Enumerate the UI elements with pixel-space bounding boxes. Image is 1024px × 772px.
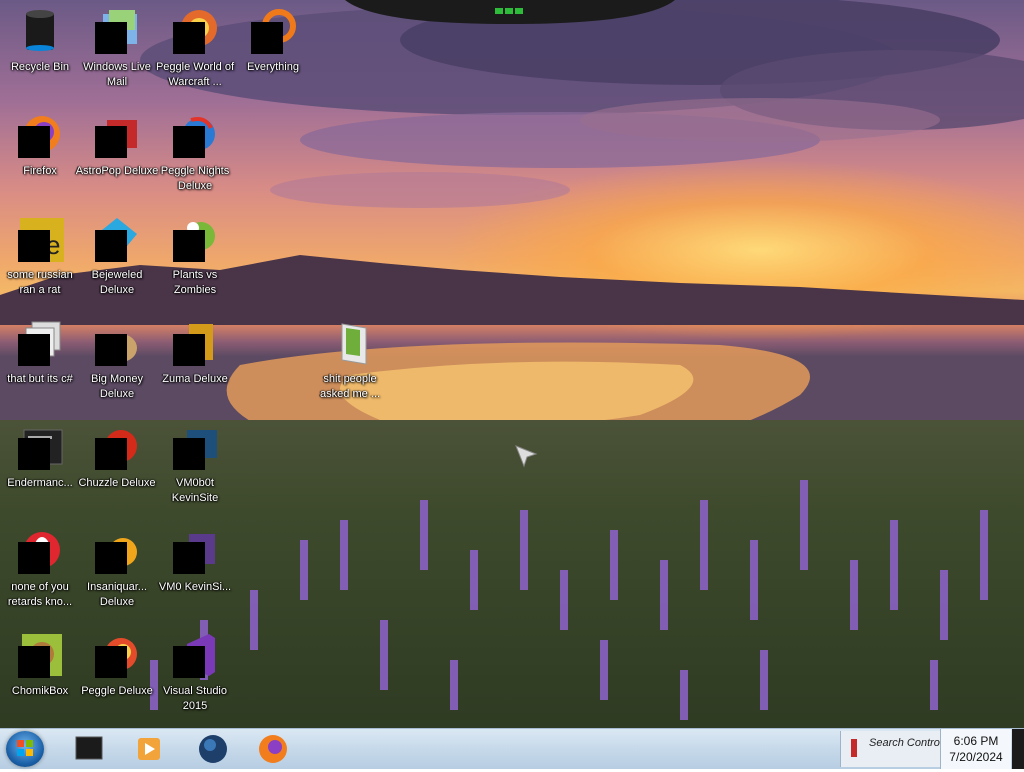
desktop-icon-russian-rat[interactable]: e some russian ran a rat	[2, 210, 78, 306]
redaction-box	[173, 126, 205, 158]
icon-label: Plants vs Zombies	[172, 269, 218, 296]
taskbar-pinned-globe[interactable]	[186, 731, 240, 767]
redaction-box	[18, 230, 50, 262]
desktop-icon-that-but-csharp[interactable]: that but its c#	[2, 314, 78, 410]
desktop-icon-astropop[interactable]: AstroPop Deluxe	[76, 106, 158, 202]
start-button[interactable]	[6, 731, 44, 767]
desktop-icon-shit-people-asked[interactable]: shit people asked me ...	[312, 314, 388, 410]
redaction-box	[251, 22, 283, 54]
icon-label: Everything	[247, 61, 299, 73]
clock-date: 7/20/2024	[949, 750, 1003, 764]
icon-label: that but its c#	[7, 373, 73, 385]
redaction-box	[173, 646, 205, 678]
desktop-icon-bejeweled[interactable]: Bejeweled Deluxe	[79, 210, 155, 306]
redaction-box	[173, 542, 205, 574]
redaction-box	[95, 542, 127, 574]
mouse-cursor-icon	[515, 445, 538, 468]
desktop-icon-everything[interactable]: Everything	[235, 2, 311, 98]
tray-app-label: Search Control	[869, 737, 941, 749]
taskbar: Search Control 6:06 PM 7/20/2024	[0, 728, 1024, 769]
redaction-box	[95, 22, 127, 54]
icon-label: VM0 KevinSi...	[158, 581, 232, 593]
icon-label: Peggle Nights Deluxe	[160, 165, 230, 192]
desktop-icon-vm0-kevinsite[interactable]: VM0 KevinSi...	[157, 522, 233, 618]
icon-label: Big Money Deluxe	[91, 373, 143, 400]
desktop-icon-windows-live-mail[interactable]: Windows Live Mail	[79, 2, 155, 98]
icon-label: Visual Studio 2015	[162, 685, 227, 712]
desktop-icon-firefox[interactable]: Firefox	[2, 106, 78, 202]
redaction-box	[95, 126, 127, 158]
desktop-icon-vm0b0t[interactable]: VM0b0t KevinSite	[157, 418, 233, 514]
redaction-box	[95, 438, 127, 470]
tray-search-control[interactable]: Search Control	[840, 731, 941, 767]
icon-label: some russian ran a rat	[7, 269, 73, 296]
redaction-box	[95, 230, 127, 262]
icon-label: Firefox	[23, 165, 57, 177]
icon-label: Peggle World of Warcraft ...	[155, 61, 235, 88]
redaction-box	[173, 334, 205, 366]
desktop[interactable]: Recycle Bin Firefox e some russian ran a…	[0, 0, 1024, 728]
icon-label: Recycle Bin	[10, 61, 70, 73]
desktop-icon-big-money[interactable]: Big Money Deluxe	[79, 314, 155, 410]
icon-label: none of you retards kno...	[7, 581, 73, 608]
icon-label: AstroPop Deluxe	[75, 165, 159, 177]
icon-label: Windows Live Mail	[83, 61, 151, 88]
folder-icon	[341, 323, 367, 365]
desktop-icon-visual-studio[interactable]: Visual Studio 2015	[157, 626, 233, 722]
desktop-icon-peggle-wow[interactable]: Peggle World of Warcraft ...	[156, 2, 234, 98]
redaction-box	[18, 126, 50, 158]
redaction-box	[95, 646, 127, 678]
redaction-box	[18, 334, 50, 366]
desktop-icon-peggle-nights[interactable]: Peggle Nights Deluxe	[157, 106, 233, 202]
desktop-icon-plants-vs-zombies[interactable]: Plants vs Zombies	[157, 210, 233, 306]
recycle-bin-icon	[26, 10, 54, 51]
desktop-icon-recycle-bin[interactable]: Recycle Bin	[2, 2, 78, 98]
icon-label: Bejeweled Deluxe	[91, 269, 143, 296]
icon-label: VM0b0t KevinSite	[171, 477, 219, 504]
system-clock[interactable]: 6:06 PM 7/20/2024	[940, 729, 1011, 769]
taskbar-pinned-media-player[interactable]	[122, 731, 176, 767]
cmd-icon	[75, 736, 103, 760]
media-player-icon	[138, 738, 160, 760]
taskbar-pinned-cmd[interactable]	[62, 731, 116, 767]
icon-label: shit people asked me ...	[320, 373, 380, 400]
icon-label: Chuzzle Deluxe	[78, 477, 156, 489]
icon-label: Peggle Deluxe	[81, 685, 153, 697]
redaction-box	[95, 334, 127, 366]
top-gadget-bar	[345, 0, 675, 24]
redaction-box	[18, 542, 50, 574]
redaction-box	[18, 438, 50, 470]
windows-logo-icon	[17, 740, 33, 756]
desktop-icon-chuzzle[interactable]: Chuzzle Deluxe	[78, 418, 156, 514]
clock-time: 6:06 PM	[953, 734, 999, 748]
desktop-icon-endermanc[interactable]: Endermanc...	[2, 418, 78, 514]
firefox-icon	[259, 735, 287, 763]
desktop-icon-zuma[interactable]: Zuma Deluxe	[157, 314, 233, 410]
icon-label: Insaniquar... Deluxe	[87, 581, 147, 608]
taskbar-pinned-firefox[interactable]	[246, 731, 300, 767]
icon-label: ChomikBox	[11, 685, 69, 697]
desktop-icon-peggle-deluxe[interactable]: Peggle Deluxe	[79, 626, 155, 722]
redaction-box	[18, 646, 50, 678]
desktop-icon-chomikbox[interactable]: ChomikBox	[2, 626, 78, 722]
redaction-box	[173, 22, 205, 54]
icon-label: Endermanc...	[7, 477, 73, 489]
redaction-box	[173, 230, 205, 262]
desktop-icon-insaniquarium[interactable]: Insaniquar... Deluxe	[79, 522, 155, 618]
icon-label: Zuma Deluxe	[162, 373, 228, 385]
tray-app-icon	[851, 739, 857, 757]
globe-icon	[199, 735, 227, 763]
redaction-box	[173, 438, 205, 470]
desktop-icon-none-of-you[interactable]: none of you retards kno...	[2, 522, 78, 618]
show-desktop-button[interactable]	[1012, 729, 1024, 769]
